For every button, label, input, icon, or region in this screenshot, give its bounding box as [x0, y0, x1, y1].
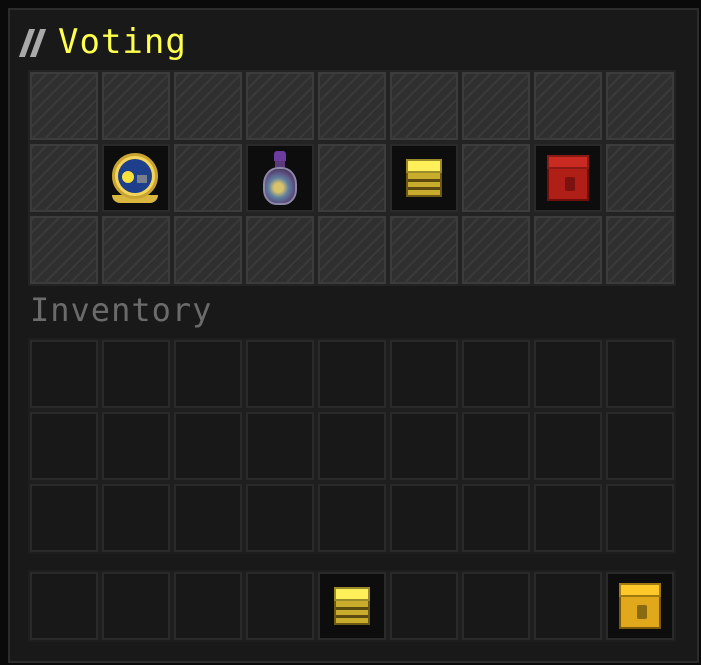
filler-pane-slot[interactable]: [174, 216, 242, 284]
inventory-slot[interactable]: [462, 484, 530, 552]
hotbar-slot[interactable]: [462, 572, 530, 640]
filler-pane-slot[interactable]: [102, 72, 170, 140]
filler-pane-slot[interactable]: [318, 216, 386, 284]
inventory-slot[interactable]: [606, 340, 674, 408]
filler-pane-slot[interactable]: [390, 72, 458, 140]
vote-option-slot[interactable]: [390, 144, 458, 212]
filler-pane-slot[interactable]: [534, 216, 602, 284]
filler-pane-slot[interactable]: [462, 144, 530, 212]
yellow-crate-icon: [404, 157, 444, 199]
filler-pane-slot[interactable]: [318, 72, 386, 140]
window-title-bar: Voting: [18, 20, 187, 64]
inventory-slot[interactable]: [246, 340, 314, 408]
inventory-slot[interactable]: [246, 484, 314, 552]
filler-pane-slot[interactable]: [534, 72, 602, 140]
inventory-slot[interactable]: [534, 484, 602, 552]
hotbar-slot[interactable]: [390, 572, 458, 640]
filler-pane-slot[interactable]: [606, 216, 674, 284]
inventory-slot[interactable]: [462, 340, 530, 408]
gold-block-icon: [617, 581, 663, 631]
inventory-slot[interactable]: [174, 412, 242, 480]
inventory-slot[interactable]: [606, 484, 674, 552]
filler-pane-slot[interactable]: [174, 72, 242, 140]
inventory-slot[interactable]: [246, 412, 314, 480]
inventory-slot[interactable]: [390, 484, 458, 552]
clock-icon: [110, 149, 162, 207]
yellow-crate-icon: [332, 585, 372, 627]
inventory-slot[interactable]: [174, 340, 242, 408]
inventory-slot[interactable]: [102, 340, 170, 408]
inventory-slot[interactable]: [606, 412, 674, 480]
inventory-slot[interactable]: [30, 340, 98, 408]
voting-menu-grid: [28, 70, 676, 286]
filler-pane-slot[interactable]: [606, 72, 674, 140]
hotbar-item-slot[interactable]: [606, 572, 674, 640]
filler-pane-slot[interactable]: [30, 72, 98, 140]
inventory-slot[interactable]: [30, 412, 98, 480]
inventory-slot[interactable]: [102, 484, 170, 552]
slash-icon: [18, 25, 47, 59]
vote-option-slot[interactable]: [246, 144, 314, 212]
hotbar-slot[interactable]: [30, 572, 98, 640]
filler-pane-slot[interactable]: [246, 72, 314, 140]
filler-pane-slot[interactable]: [102, 216, 170, 284]
inventory-slot[interactable]: [318, 340, 386, 408]
filler-pane-slot[interactable]: [174, 144, 242, 212]
inventory-slot[interactable]: [318, 412, 386, 480]
hotbar-slot[interactable]: [102, 572, 170, 640]
inventory-slot[interactable]: [390, 412, 458, 480]
potion-icon: [260, 149, 300, 207]
inventory-label: Inventory: [30, 291, 213, 329]
inventory-slot[interactable]: [534, 340, 602, 408]
inventory-slot[interactable]: [102, 412, 170, 480]
filler-pane-slot[interactable]: [30, 144, 98, 212]
filler-pane-slot[interactable]: [606, 144, 674, 212]
hotbar-grid: [28, 570, 676, 642]
filler-pane-slot[interactable]: [246, 216, 314, 284]
hotbar-slot[interactable]: [174, 572, 242, 640]
filler-pane-slot[interactable]: [318, 144, 386, 212]
inventory-slot[interactable]: [534, 412, 602, 480]
hotbar-slot[interactable]: [246, 572, 314, 640]
inventory-slot[interactable]: [30, 484, 98, 552]
window-title: Voting: [58, 22, 187, 62]
filler-pane-slot[interactable]: [390, 216, 458, 284]
hotbar-slot[interactable]: [534, 572, 602, 640]
vote-option-slot[interactable]: [534, 144, 602, 212]
hotbar-item-slot[interactable]: [318, 572, 386, 640]
player-inventory-grid: [28, 338, 676, 554]
inventory-slot[interactable]: [318, 484, 386, 552]
filler-pane-slot[interactable]: [462, 72, 530, 140]
filler-pane-slot[interactable]: [462, 216, 530, 284]
inventory-slot[interactable]: [174, 484, 242, 552]
filler-pane-slot[interactable]: [30, 216, 98, 284]
inventory-slot[interactable]: [462, 412, 530, 480]
red-block-icon: [545, 153, 591, 203]
vote-option-slot[interactable]: [102, 144, 170, 212]
inventory-slot[interactable]: [390, 340, 458, 408]
